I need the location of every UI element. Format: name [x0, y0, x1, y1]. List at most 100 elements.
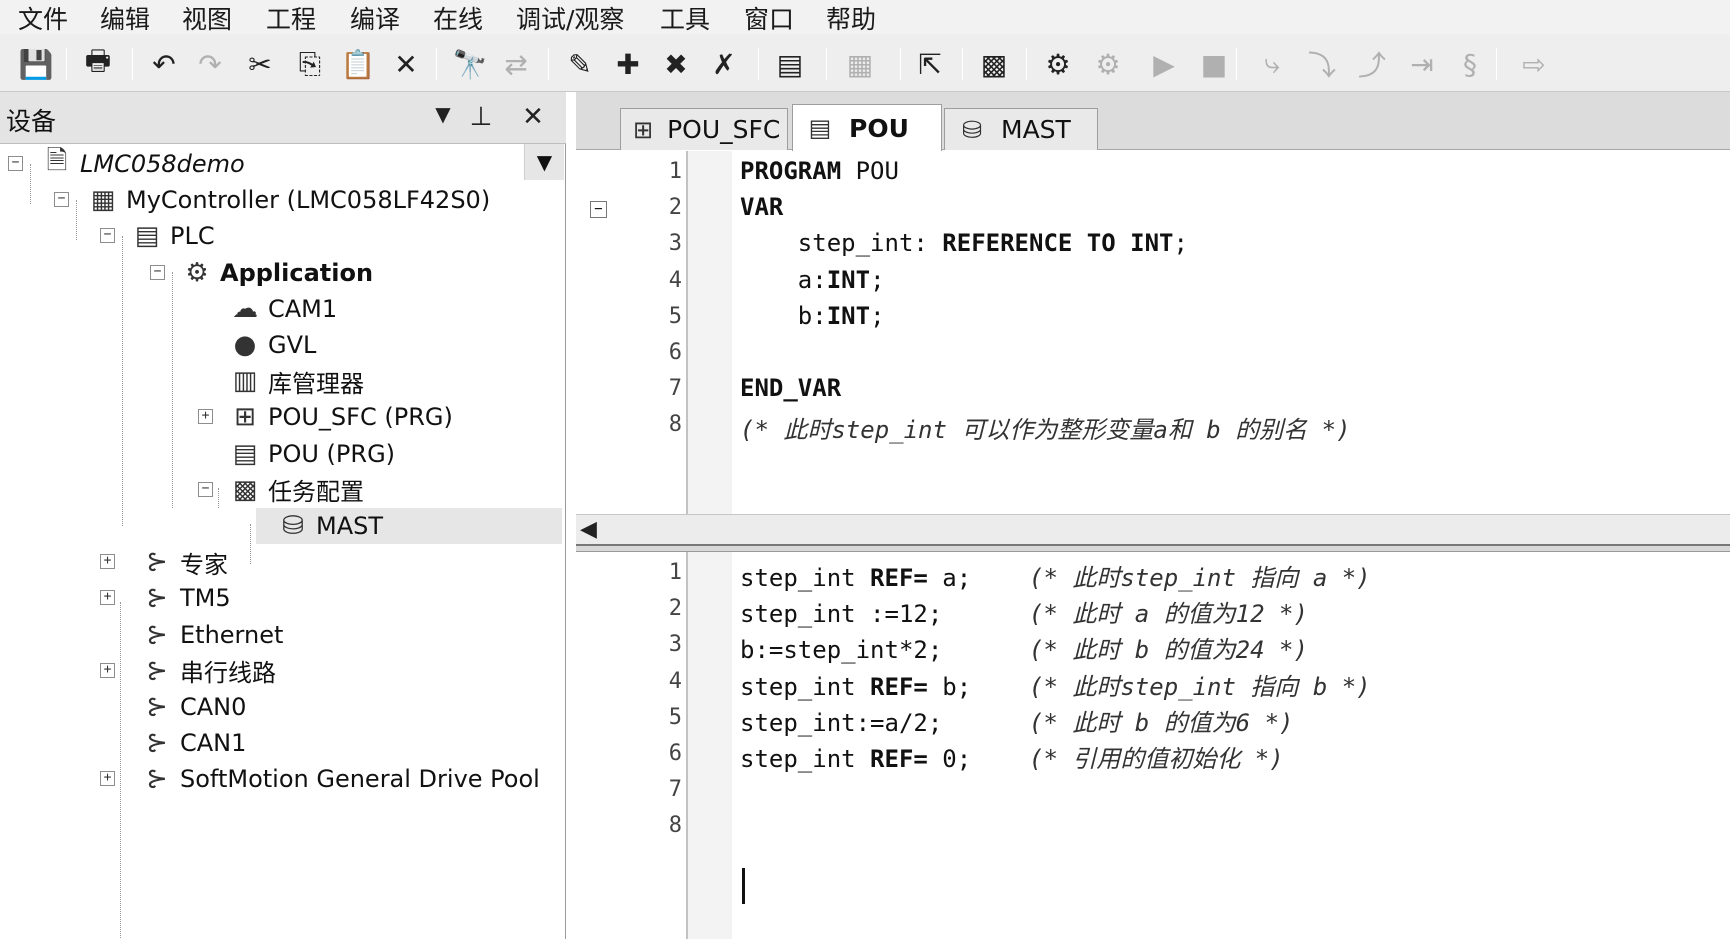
tree-node[interactable]: ▦ MyController (LMC058LF42S0) [86, 182, 490, 218]
panel-menu-dropdown-icon[interactable]: ▼ [428, 102, 458, 126]
replace-icon[interactable]: ⇄ [498, 46, 534, 82]
tree-node[interactable]: ⛁ MAST [276, 508, 383, 544]
menu-item-2[interactable]: 视图 [182, 0, 232, 36]
tree-expand-toggle[interactable]: + [198, 409, 213, 425]
logout-icon[interactable]: ⚙ [1090, 46, 1126, 82]
toolbar-separator [826, 48, 827, 80]
tree-node[interactable]: ☁ CAM1 [228, 291, 337, 327]
menu-item-1[interactable]: 编辑 [100, 0, 150, 36]
menu-item-9[interactable]: 帮助 [826, 0, 876, 36]
tree-expand-toggle[interactable]: + [100, 662, 115, 678]
implementation-pane[interactable]: 1 step_int REF= a; (* 此时step_int 指向 a *) 2… [576, 552, 1730, 939]
insert-dropdown-icon[interactable]: ▦ [842, 46, 878, 82]
code-line[interactable]: a:INT; [740, 266, 885, 294]
tree-node-label: MAST [316, 512, 384, 540]
login-icon[interactable]: ⚙ [1040, 46, 1076, 82]
cut-icon[interactable]: ✂ [242, 46, 278, 82]
menu-item-4[interactable]: 编译 [350, 0, 400, 36]
tree-expand-toggle[interactable]: + [100, 771, 115, 787]
code-text: 0; [927, 745, 1029, 773]
menu-item-7[interactable]: 工具 [660, 0, 710, 36]
save-icon[interactable]: 💾 [18, 46, 54, 82]
tree-node[interactable]: ⊱ CAN1 [140, 725, 246, 761]
tree-node[interactable]: ▩ 任务配置 [228, 472, 364, 508]
run-icon[interactable]: ▶ [1146, 46, 1182, 82]
step-into-icon[interactable]: ⤵ [1304, 46, 1340, 82]
tree-expand-toggle[interactable]: − [8, 156, 23, 171]
code-line[interactable]: step_int:=a/2; (* 此时 b 的值为6 *) [740, 703, 1293, 738]
close-panel-icon[interactable]: ✕ [518, 102, 548, 132]
code-line[interactable]: step_int :=12; (* 此时 a 的值为12 *) [740, 594, 1308, 629]
undo-icon[interactable]: ↶ [146, 46, 182, 82]
tree-node[interactable]: ▥ 库管理器 [228, 363, 364, 399]
tree-node[interactable]: ⊱ TM5 [140, 580, 231, 616]
breakpoint-icon[interactable]: ✎ [562, 46, 598, 82]
breakpoint-toggle-icon[interactable]: ✗ [706, 46, 742, 82]
horizontal-scrollbar[interactable]: ◀ [576, 514, 1730, 544]
pin-icon[interactable]: ⊥ [466, 102, 496, 132]
gvl-globe-icon: ● [233, 330, 257, 360]
root-dropdown-icon[interactable]: ▼ [524, 144, 564, 180]
paste-icon[interactable]: 📋 [340, 46, 376, 82]
tree-node[interactable]: ⚙ Application [180, 255, 373, 291]
menu-item-8[interactable]: 窗口 [744, 0, 794, 36]
code-line[interactable]: PROGRAM POU [740, 157, 899, 185]
tree-expand-toggle[interactable]: − [150, 264, 165, 280]
toolbar-separator [758, 48, 759, 80]
task-config-icon: ▩ [232, 474, 258, 505]
tree-node[interactable]: ⊞ POU_SFC (PRG) [228, 399, 453, 435]
tree-node[interactable]: ⊱ SoftMotion General Drive Pool [140, 761, 540, 797]
menu-item-3[interactable]: 工程 [266, 0, 316, 36]
copy-icon[interactable]: ⎘ [292, 46, 328, 82]
reset-icon[interactable]: § [1452, 46, 1488, 82]
tree-node[interactable]: ⊱ CAN0 [140, 689, 246, 725]
step-out-icon[interactable]: ⤴ [1354, 46, 1390, 82]
breakpoint-add-icon[interactable]: ✚ [610, 46, 646, 82]
code-line[interactable]: step_int: REFERENCE TO INT; [740, 229, 1188, 257]
tree-node[interactable]: ● GVL [228, 327, 317, 363]
tree-expand-toggle[interactable]: + [100, 554, 115, 570]
scroll-left-arrow-icon[interactable]: ◀ [580, 517, 597, 542]
code-line[interactable]: VAR [740, 193, 783, 221]
tab-pou[interactable]: ▤ POU [792, 104, 942, 151]
tree-node[interactable]: ▤ POU (PRG) [228, 436, 395, 472]
export-icon[interactable]: ⇱ [912, 46, 948, 82]
stop-icon[interactable]: ■ [1196, 46, 1232, 82]
print-icon[interactable]: 🖶 [80, 44, 116, 82]
tree-expand-toggle[interactable]: − [198, 481, 213, 497]
code-line[interactable]: b:INT; [740, 302, 885, 330]
menu-item-5[interactable]: 在线 [433, 0, 483, 36]
code-line[interactable]: step_int REF= 0; (* 引用的值初始化 *) [740, 739, 1284, 774]
pane-splitter[interactable] [576, 544, 1730, 552]
menu-item-0[interactable]: 文件 [18, 0, 68, 36]
menu-item-6[interactable]: 调试/观察 [516, 0, 624, 36]
tab-pou_sfc[interactable]: ⊞ POU_SFC [620, 108, 788, 150]
breakpoint-remove-icon[interactable]: ✖ [658, 46, 694, 82]
tab-mast[interactable]: ⛁ MAST [944, 108, 1098, 150]
code-line[interactable]: step_int REF= b; (* 此时step_int 指向 b *) [740, 667, 1371, 702]
fold-collapse-icon[interactable]: − [590, 201, 607, 219]
delete-icon[interactable]: ✕ [388, 46, 424, 82]
find-icon[interactable]: 🔭 [452, 46, 488, 82]
declaration-pane[interactable]: 1 PROGRAM POU 2 VAR 3 step_int: REFERENCE TO… [576, 151, 1730, 514]
tree-expand-toggle[interactable]: − [100, 228, 115, 244]
tree-expand-toggle[interactable]: + [100, 590, 115, 606]
tree-node[interactable]: ⊱ Ethernet [140, 617, 283, 653]
redo-icon[interactable]: ↷ [192, 46, 228, 82]
build-icon[interactable]: ▩ [976, 46, 1012, 82]
step-over-icon[interactable]: ⤷ [1254, 46, 1290, 82]
code-line[interactable]: step_int REF= a; (* 此时step_int 指向 a *) [740, 558, 1371, 593]
tree-node[interactable]: ⊱ 专家 [140, 544, 228, 580]
tree-node[interactable]: ⊱ 串行线路 [140, 653, 276, 689]
tree-node[interactable]: 🗎 LMC058demo [40, 146, 245, 182]
device-icon[interactable]: ▤ [772, 46, 808, 82]
tree-node[interactable]: ▤ PLC [130, 218, 215, 254]
code-line[interactable]: (* 此时step_int 可以作为整形变量a和 b 的别名 *) [740, 410, 1351, 445]
drive-pool-connector-icon: ⊱ [146, 764, 168, 795]
run-to-cursor-icon[interactable]: ⇥ [1404, 46, 1440, 82]
menu-bar: 文件 编辑 视图 工程 编译 在线 调试/观察 工具 窗口 帮助 [0, 0, 1730, 34]
code-line[interactable]: b:=step_int*2; (* 此时 b 的值为24 *) [740, 630, 1308, 665]
next-statement-icon[interactable]: ⇨ [1516, 46, 1552, 82]
tree-expand-toggle[interactable]: − [54, 192, 69, 208]
code-line[interactable]: END_VAR [740, 374, 841, 402]
